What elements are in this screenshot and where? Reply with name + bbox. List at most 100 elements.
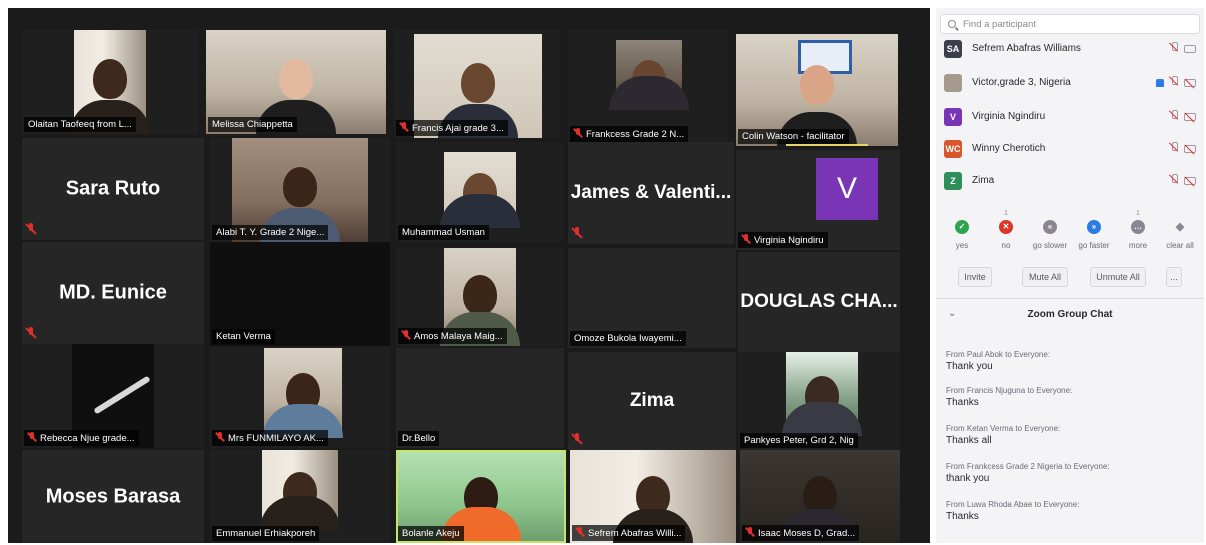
rewind-icon: « — [1043, 220, 1057, 234]
reaction-yes-button[interactable]: ✓ yes — [940, 220, 984, 250]
video-tile[interactable]: Sefrem Abafras Willi... — [570, 450, 736, 543]
participant-name-label: Omoze Bukola Iwayemi... — [570, 331, 686, 346]
participant-name: Virginia Ngindiru — [972, 111, 1046, 122]
participant-video — [263, 348, 343, 438]
video-tile-active-speaker[interactable]: Bolanle Akeju — [396, 450, 566, 543]
reaction-no-button[interactable]: 1 ✕ no — [984, 210, 1028, 250]
participant-name-label: Olaitan Taofeeq from L... — [24, 117, 136, 132]
reaction-clear-all-button[interactable]: ◆ clear all — [1158, 220, 1202, 250]
participant-name-label: Ketan Verma — [212, 329, 275, 344]
participant-row[interactable]: SA Sefrem Abafras Williams — [944, 38, 1200, 62]
nonverbal-feedback-bar: ✓ yes 1 ✕ no « go slower » go faster 1 …… — [936, 210, 1204, 260]
video-tile[interactable]: Colin Watson - facilitator — [736, 34, 898, 146]
participant-name-label: Mrs FUNMILAYO AK... — [212, 430, 328, 446]
participant-name: Sara Ruto — [65, 177, 161, 200]
video-tile[interactable]: Moses Barasa — [22, 450, 204, 543]
participant-name-label: Pankyes Peter, Grd 2, Nig — [740, 433, 858, 448]
search-placeholder: Find a participant — [963, 19, 1036, 30]
reaction-go-slower-button[interactable]: « go slower — [1028, 220, 1072, 250]
video-tile[interactable]: Sara Ruto — [22, 138, 204, 240]
chat-title: Zoom Group Chat — [1027, 309, 1113, 320]
mic-muted-icon — [26, 223, 36, 235]
avatar: SA — [944, 40, 962, 58]
video-tile[interactable]: Amos Malaya Maig... — [396, 248, 564, 346]
more-options-button[interactable]: ... — [1166, 267, 1182, 287]
participant-row[interactable]: WC Winny Cherotich — [944, 138, 1200, 162]
video-tile[interactable]: Dr.Bello — [396, 348, 564, 448]
mic-muted-icon — [572, 227, 582, 239]
participant-name-label: Isaac Moses D, Grad... — [742, 525, 860, 541]
participant-row[interactable]: Z Zima — [944, 170, 1200, 194]
video-tile[interactable]: Isaac Moses D, Grad... — [740, 450, 900, 543]
chat-message: From Francis Njuguna to Everyone: Thanks — [946, 386, 1073, 408]
participants-chat-panel: Find a participant SA Sefrem Abafras Wil… — [936, 8, 1204, 543]
participant-name-label: Bolanle Akeju — [398, 526, 464, 541]
search-input[interactable]: Find a participant — [940, 14, 1200, 34]
mic-muted-icon — [402, 330, 411, 340]
mic-muted-icon — [572, 433, 582, 445]
chat-message: From Luwa Rhoda Abae to Everyone: Thanks — [946, 500, 1080, 522]
participant-name: Moses Barasa — [45, 485, 181, 507]
video-gallery: Olaitan Taofeeq from L... Melissa Chiapp… — [8, 8, 930, 543]
participant-name-label: Amos Malaya Maig... — [398, 328, 507, 344]
video-tile[interactable]: James & Valenti... — [568, 142, 734, 244]
video-tile[interactable]: Pankyes Peter, Grd 2, Nig — [738, 352, 900, 450]
video-tile[interactable]: DOUGLAS CHA... — [738, 252, 900, 352]
camera-off-icon[interactable] — [1184, 79, 1196, 87]
x-icon: ✕ — [999, 220, 1013, 234]
mic-muted-icon — [574, 128, 583, 138]
eraser-icon: ◆ — [1175, 221, 1185, 233]
avatar: Z — [944, 172, 962, 190]
thumbs-up-icon — [1156, 79, 1164, 87]
video-tile[interactable]: Emmanuel Erhiakporeh — [210, 450, 390, 543]
mic-muted-icon — [746, 527, 755, 537]
unmute-all-button[interactable]: Unmute All — [1090, 267, 1146, 287]
mic-muted-icon[interactable] — [1170, 142, 1178, 153]
video-tile[interactable]: Ketan Verma — [210, 242, 390, 346]
video-tile[interactable]: V Virginia Ngindiru — [736, 150, 900, 250]
mic-muted-icon[interactable] — [1170, 76, 1178, 87]
mic-muted-icon — [28, 432, 37, 442]
mic-muted-icon[interactable] — [1170, 42, 1178, 53]
video-tile[interactable]: Muhammad Usman — [396, 142, 564, 242]
participant-video — [609, 40, 689, 110]
mute-all-button[interactable]: Mute All — [1022, 267, 1068, 287]
camera-off-icon[interactable] — [1184, 145, 1196, 153]
fast-forward-icon: » — [1087, 220, 1101, 234]
participant-name-label: Colin Watson - facilitator — [738, 129, 849, 144]
reaction-more-button[interactable]: 1 … more — [1116, 210, 1160, 250]
participant-name-label: Emmanuel Erhiakporeh — [212, 526, 320, 541]
participant-row[interactable]: V Virginia Ngindiru — [944, 106, 1200, 130]
video-tile[interactable]: Francis Ajai grade 3... — [394, 30, 560, 138]
camera-off-icon[interactable] — [1184, 113, 1196, 121]
invite-button[interactable]: Invite — [958, 267, 992, 287]
divider — [936, 298, 1204, 299]
video-tile[interactable]: Melissa Chiappetta — [206, 30, 386, 134]
mic-muted-icon[interactable] — [1170, 174, 1178, 185]
chat-message: From Ketan Verma to Everyone: Thanks all — [946, 424, 1061, 446]
video-tile[interactable]: Mrs FUNMILAYO AK... — [210, 346, 390, 448]
participant-name: Zima — [629, 390, 675, 411]
camera-icon[interactable] — [1184, 45, 1196, 53]
video-tile[interactable]: MD. Eunice — [22, 242, 204, 344]
video-tile[interactable]: Rebecca Njue grade... — [22, 344, 204, 448]
avatar: V — [944, 108, 962, 126]
mic-muted-icon[interactable] — [1170, 110, 1178, 121]
avatar — [944, 74, 962, 92]
mic-muted-icon — [216, 432, 225, 442]
avatar: WC — [944, 140, 962, 158]
video-tile[interactable]: Omoze Bukola Iwayemi... — [568, 248, 736, 348]
participant-row[interactable]: Victor,grade 3, Nigeria — [944, 72, 1200, 96]
participant-name: Winny Cherotich — [972, 143, 1046, 154]
participant-name: James & Valenti... — [570, 182, 732, 203]
mic-muted-icon — [576, 527, 585, 537]
reaction-go-faster-button[interactable]: » go faster — [1072, 220, 1116, 250]
participant-video — [440, 152, 520, 228]
mic-muted-icon — [26, 327, 36, 339]
video-tile[interactable]: Frankcess Grade 2 N... — [568, 30, 728, 144]
video-tile[interactable]: Alabi T. Y. Grade 2 Nige... — [210, 138, 390, 242]
video-tile[interactable]: Zima — [568, 352, 736, 450]
camera-off-icon[interactable] — [1184, 177, 1196, 185]
participant-name: Sefrem Abafras Williams — [972, 43, 1081, 54]
video-tile[interactable]: Olaitan Taofeeq from L... — [22, 30, 198, 134]
